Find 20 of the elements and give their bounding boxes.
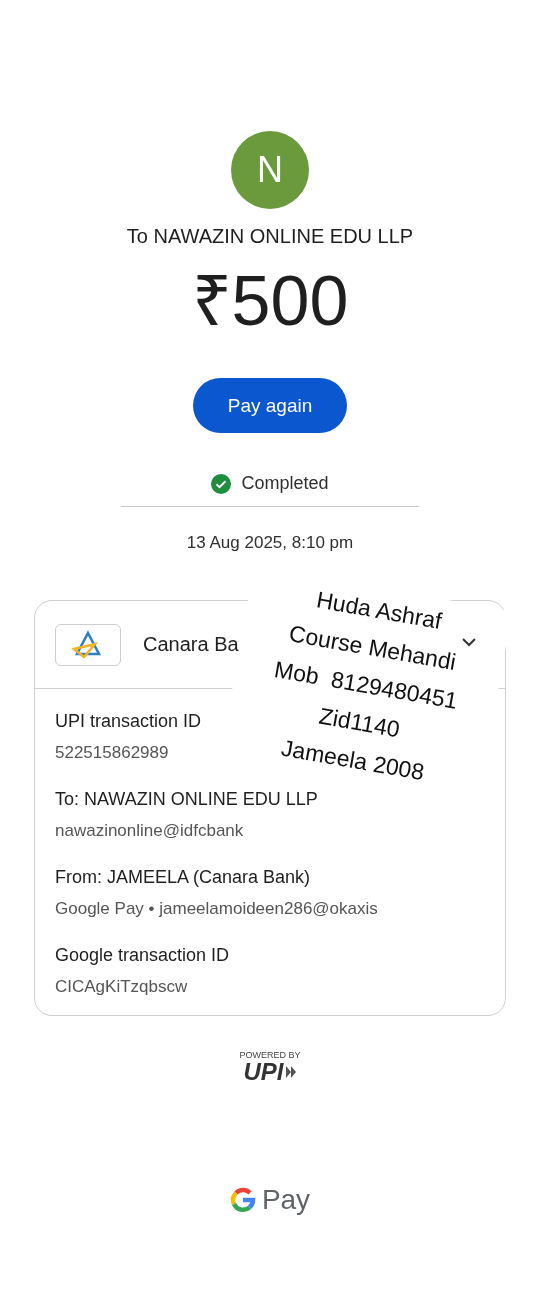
payee-name: To NAWAZIN ONLINE EDU LLP — [126, 225, 414, 248]
upi-logo: UPI — [243, 1060, 284, 1084]
detail-value: 522515862989 — [55, 743, 169, 763]
note-line: Zid1140 — [317, 702, 402, 743]
detail-label: To: NAWAZIN ONLINE EDU LLP — [55, 789, 318, 810]
detail-label: Google transaction ID — [55, 945, 230, 966]
amount: ₹500 — [191, 266, 349, 336]
pay-again-button[interactable]: Pay again — [193, 378, 347, 433]
detail-label: UPI transaction ID — [55, 711, 202, 732]
note-line: Huda Ashraf — [314, 585, 445, 634]
avatar: N — [231, 131, 309, 209]
status-label: Completed — [241, 473, 329, 494]
powered-by-caption: POWERED BY — [239, 1050, 301, 1060]
bank-name: Canara Ba — [143, 633, 239, 656]
detail-value: Google Pay • jameelamoideen286@okaxis — [55, 899, 378, 919]
detail-value: CICAgKiTzqbscw — [55, 977, 188, 997]
detail-value: nawazinonline@idfcbank — [55, 821, 244, 841]
detail-label: From: JAMEELA (Canara Bank) — [55, 867, 311, 888]
brand-name: Pay — [261, 1184, 311, 1216]
transaction-date: 13 Aug 2025, 8:10 pm — [186, 533, 354, 553]
